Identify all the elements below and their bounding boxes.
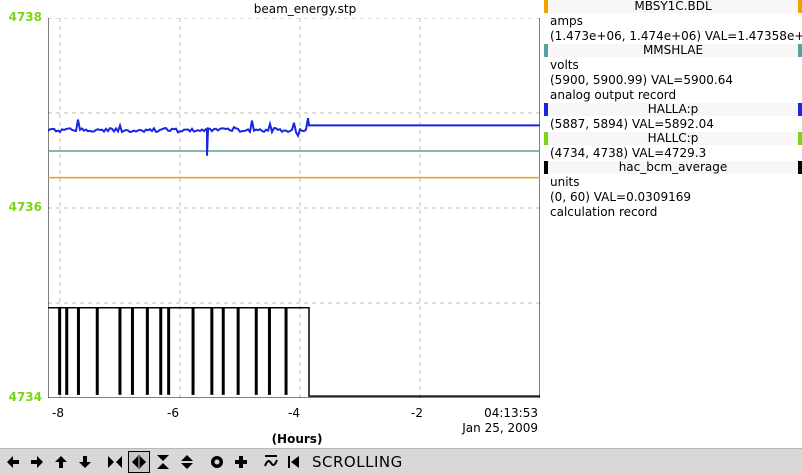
- legend-item-mmshlae[interactable]: MMSHLAE: [544, 44, 802, 57]
- legend: MBSY1C.BDL amps (1.473e+06, 1.474e+06) V…: [544, 0, 802, 220]
- y-tick-label: 4734: [8, 390, 42, 404]
- plot-canvas[interactable]: [48, 18, 540, 398]
- legend-item-mbsy1c[interactable]: MBSY1C.BDL: [544, 0, 802, 13]
- toolbar: SCROLLING: [0, 448, 802, 474]
- zoom-in-vertical-icon[interactable]: [152, 450, 174, 473]
- zoom-in-horizontal-icon[interactable]: [104, 450, 126, 473]
- add-icon[interactable]: [230, 450, 252, 473]
- time-label-time: 04:13:53: [484, 406, 538, 420]
- arrow-up-icon[interactable]: [50, 450, 72, 473]
- legend-item-hac-bcm-average[interactable]: hac_bcm_average: [544, 161, 802, 174]
- scale-icon[interactable]: [260, 450, 282, 473]
- legend-item-halla[interactable]: HALLA:p: [544, 103, 802, 116]
- series-line-halla-p: [48, 118, 540, 156]
- zoom-out-vertical-icon[interactable]: [176, 450, 198, 473]
- plot-title: beam_energy.stp: [253, 2, 357, 16]
- legend-item-hallc[interactable]: HALLC:p: [544, 132, 802, 145]
- arrow-left-icon[interactable]: [2, 450, 24, 473]
- arrow-down-icon[interactable]: [74, 450, 96, 473]
- series-line-hac-bcm-average: [48, 307, 540, 397]
- time-label: 04:13:53 Jan 25, 2009: [460, 406, 538, 436]
- time-label-date: Jan 25, 2009: [462, 421, 538, 435]
- x-axis-label: (Hours): [271, 432, 323, 446]
- x-tick-label: -8: [52, 406, 64, 420]
- legend-line: (1.473e+06, 1.474e+06) VAL=1.47358e+06: [550, 29, 802, 43]
- legend-line: (4734, 4738) VAL=4729.3: [550, 146, 707, 160]
- zoom-out-horizontal-icon[interactable]: [128, 450, 150, 473]
- y-tick-label: 4738: [8, 10, 42, 24]
- legend-line: analog output record: [550, 88, 677, 102]
- legend-line: (5887, 5894) VAL=5892.04: [550, 117, 714, 131]
- legend-line: amps: [550, 14, 583, 28]
- x-tick-label: -6: [167, 406, 179, 420]
- plot-area[interactable]: [48, 18, 540, 398]
- arrow-right-icon[interactable]: [26, 450, 48, 473]
- y-tick-label: 4736: [8, 200, 42, 214]
- legend-line: calculation record: [550, 205, 658, 219]
- reset-icon[interactable]: [206, 450, 228, 473]
- scroll-mode-icon[interactable]: [284, 450, 306, 473]
- legend-line: volts: [550, 58, 579, 72]
- scroll-mode-label: SCROLLING: [312, 452, 403, 471]
- x-tick-label: -2: [411, 406, 423, 420]
- legend-line: units: [550, 175, 580, 189]
- legend-line: (5900, 5900.99) VAL=5900.64: [550, 73, 733, 87]
- x-tick-label: -4: [288, 406, 300, 420]
- legend-line: (0, 60) VAL=0.0309169: [550, 190, 691, 204]
